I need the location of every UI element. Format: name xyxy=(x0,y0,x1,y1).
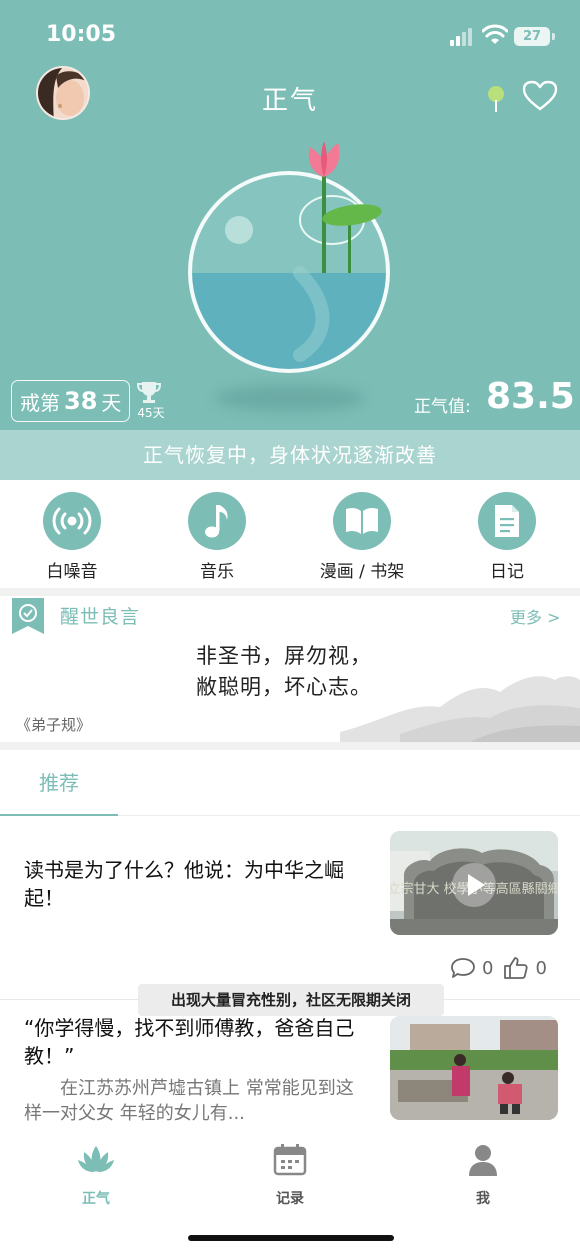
bookmark-heart-icon xyxy=(12,598,44,634)
like-count: 0 xyxy=(535,957,547,979)
zhengqi-value: 83.5 xyxy=(486,376,575,417)
article-meta: 0 0 xyxy=(450,956,547,980)
nav-item-records[interactable]: 记录 xyxy=(250,1142,330,1208)
trophy-icon[interactable] xyxy=(134,380,164,404)
nav-item-me[interactable]: 我 xyxy=(443,1142,523,1208)
status-bar: 10:05 27 xyxy=(0,0,580,70)
article-thumbnail xyxy=(390,1016,558,1120)
tab-recommended[interactable]: 推荐 xyxy=(0,750,118,817)
quit-suffix: 天 xyxy=(101,390,122,415)
white-noise-label: 白噪音 xyxy=(46,562,98,582)
lotus-bowl-illustration xyxy=(188,141,390,373)
section-divider xyxy=(0,588,580,596)
section-divider xyxy=(0,742,580,750)
tab-recommended-label: 推荐 xyxy=(39,771,79,795)
article-thumbnail: 立宗甘大 校學小等高區縣關鄉 xyxy=(390,831,558,935)
comics-bookshelf-label: 漫画 / 书架 xyxy=(319,562,405,582)
tree-icon[interactable] xyxy=(484,84,508,114)
document-icon xyxy=(478,492,536,550)
heart-icon[interactable] xyxy=(522,80,558,112)
nav-item-zhengqi[interactable]: 正气 xyxy=(56,1142,136,1208)
music-button[interactable]: 音乐 xyxy=(167,492,267,582)
zhengqi-label: 正气值: xyxy=(414,397,471,417)
more-link[interactable]: 更多 > xyxy=(510,604,561,628)
article-title: “你学得慢，找不到师傅教，爸爸自己教！” xyxy=(24,1016,355,1068)
quote-section-title: 醒世良言 xyxy=(60,606,141,628)
book-icon xyxy=(333,492,391,550)
article-summary-text: 在江苏苏州芦墟古镇上 常常能见到这样一对父女 年轻的女儿有... xyxy=(24,1078,354,1124)
music-label: 音乐 xyxy=(200,562,234,582)
status-message: 正气恢复中，身体状况逐渐改善 xyxy=(0,430,580,480)
signal-icon xyxy=(450,28,476,46)
status-time: 10:05 xyxy=(46,22,117,47)
radio-waves-icon xyxy=(43,492,101,550)
comics-bookshelf-button[interactable]: 漫画 / 书架 xyxy=(312,492,412,582)
quote-line-1: 非圣书，屏勿视， xyxy=(196,644,372,668)
comment-count: 0 xyxy=(482,957,494,979)
article-card[interactable]: 读书是为了什么？他说：为中华之崛起！ 立宗甘大 校學小等高區縣關鄉 0 0 xyxy=(0,816,580,999)
lotus-icon xyxy=(78,1146,114,1172)
record-days: 45天 xyxy=(137,406,165,420)
function-grid: 白噪音 音乐 漫画 / 书架 日记 xyxy=(0,480,580,588)
calendar-icon xyxy=(273,1144,307,1176)
nav-label-zhengqi: 正气 xyxy=(82,1191,110,1207)
battery-icon: 27 xyxy=(514,27,555,46)
quote-line-2: 敝聪明，坏心志。 xyxy=(196,675,372,699)
white-noise-button[interactable]: 白噪音 xyxy=(22,492,122,582)
quote-source: 《弟子规》 xyxy=(16,716,92,734)
diary-button[interactable]: 日记 xyxy=(457,492,557,582)
hero-section: 10:05 27 正气 戒第 38 天 45天 正气值: 83.5 xyxy=(0,0,580,430)
article-card[interactable]: “你学得慢，找不到师傅教，爸爸自己教！” 在江苏苏州芦墟古镇上 常常能见到这样一… xyxy=(0,1000,580,1130)
quit-days: 38 xyxy=(64,387,98,415)
nav-label-records: 记录 xyxy=(276,1191,304,1207)
music-note-icon xyxy=(188,492,246,550)
quit-days-badge[interactable]: 戒第 38 天 xyxy=(11,380,131,422)
bowl-shadow xyxy=(215,385,365,411)
article-summary: 在江苏苏州芦墟古镇上 常常能见到这样一对父女 年轻的女儿有... xyxy=(24,1076,374,1126)
wifi-icon xyxy=(482,24,508,44)
toast-notification: 出现大量冒充性别，社区无限期关闭 xyxy=(138,984,444,1016)
quote-card[interactable]: 醒世良言 更多 > 非圣书，屏勿视， 敝聪明，坏心志。 《弟子规》 xyxy=(0,596,580,742)
article-title: 读书是为了什么？他说：为中华之崛起！ xyxy=(24,858,344,910)
comment-icon[interactable] xyxy=(450,957,476,979)
thumbs-up-icon[interactable] xyxy=(503,956,529,980)
content-tabs: 推荐 xyxy=(0,750,580,817)
diary-label: 日记 xyxy=(490,562,524,582)
mountain-painting-decoration xyxy=(340,676,580,742)
nav-label-me: 我 xyxy=(476,1191,490,1207)
person-icon xyxy=(469,1145,497,1176)
quit-prefix: 戒第 xyxy=(20,390,60,415)
home-indicator[interactable] xyxy=(188,1235,394,1241)
